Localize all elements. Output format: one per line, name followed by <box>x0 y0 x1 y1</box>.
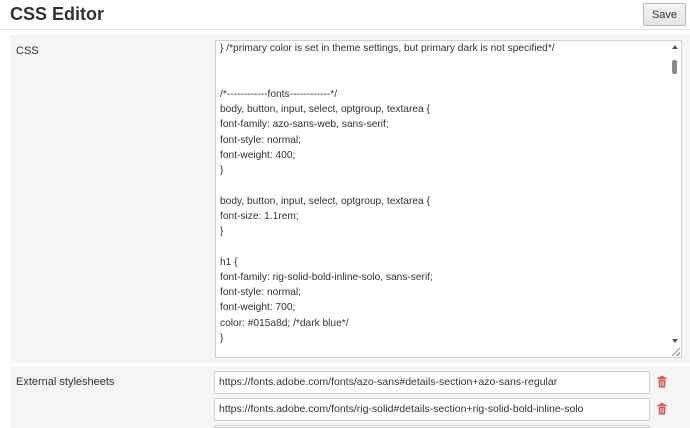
code-line: font-family: rig-solid-bold-inline-solo,… <box>220 271 433 283</box>
code-line: color: #015a8d; /*dark blue*/ <box>220 317 349 329</box>
trash-icon[interactable] <box>657 376 667 388</box>
code-line: font-weight: 700; <box>220 302 296 314</box>
code-line: font-family: azo-sans-web, sans-serif; <box>220 119 389 131</box>
css-code-editor[interactable]: } /*primary color is set in theme settin… <box>215 40 682 358</box>
code-line: } <box>220 165 224 176</box>
code-line: /*------------fonts------------*/ <box>220 88 338 100</box>
scroll-down-arrow-icon[interactable] <box>672 339 678 343</box>
code-line: font-style: normal; <box>220 287 301 298</box>
stylesheet-url-input[interactable]: https://fonts.adobe.com/fonts/rig-solid#… <box>214 398 650 421</box>
save-button[interactable]: Save <box>643 3 686 26</box>
code-line: } <box>220 226 224 237</box>
external-stylesheets-row: External stylesheets https://fonts.adobe… <box>10 366 690 428</box>
trash-icon[interactable] <box>657 403 667 415</box>
header-bar: CSS Editor Save <box>0 0 690 30</box>
resize-grip-icon[interactable] <box>672 348 680 356</box>
editor-scrollbar[interactable] <box>669 41 681 357</box>
page-title: CSS Editor <box>10 4 105 24</box>
code-line: } /*primary color is set in theme settin… <box>220 43 555 54</box>
code-line: h1 { <box>220 256 238 268</box>
css-code-lines: } /*primary color is set in theme settin… <box>220 41 668 346</box>
scroll-thumb[interactable] <box>672 60 677 74</box>
code-line: body, button, input, select, optgroup, t… <box>220 195 430 207</box>
code-line: font-style: normal; <box>220 134 301 146</box>
stylesheet-url-input[interactable]: https://fonts.adobe.com/fonts/azo-sans#d… <box>214 371 650 394</box>
code-line: font-weight: 400; <box>220 149 296 161</box>
scroll-up-arrow-icon[interactable] <box>672 45 678 49</box>
code-line: font-size: 1.1rem; <box>220 210 299 222</box>
code-line: body, button, input, select, optgroup, t… <box>220 104 430 115</box>
external-stylesheets-label: External stylesheets <box>16 376 115 388</box>
css-field-label: CSS <box>16 45 39 57</box>
code-line: } <box>220 332 224 344</box>
